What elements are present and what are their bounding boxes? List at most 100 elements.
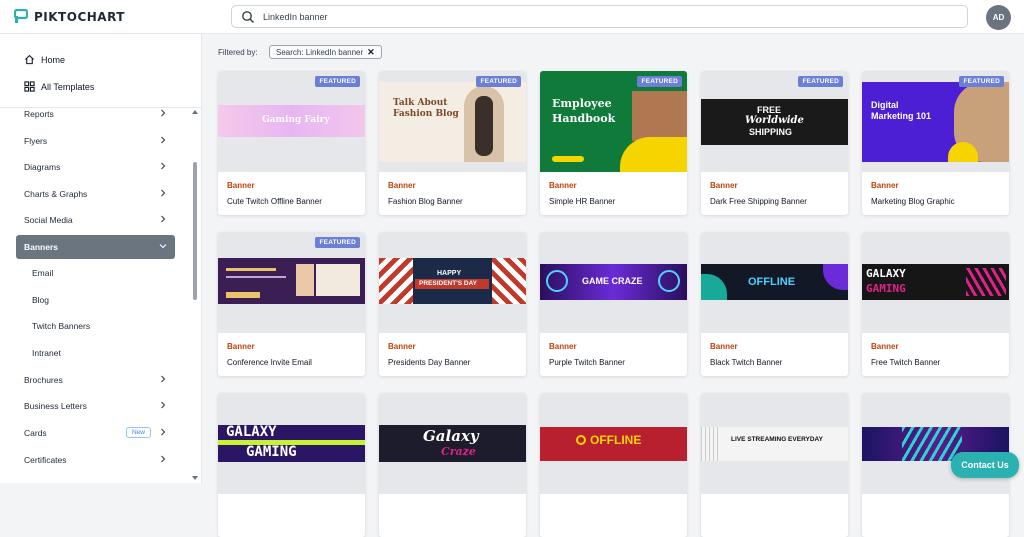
sidebar-item-label: Social Media bbox=[24, 215, 73, 225]
banner-art: OFFLINE bbox=[701, 264, 848, 300]
sidebar-subitem-email[interactable]: Email bbox=[16, 261, 175, 285]
sidebar-item-certificates[interactable]: Certificates bbox=[16, 448, 175, 472]
banner-art: Talk About Fashion Blog bbox=[379, 82, 526, 162]
chevron-right-icon bbox=[161, 162, 166, 170]
banner-art: FREE Worldwide SHIPPING bbox=[701, 99, 848, 145]
template-category: Banner bbox=[710, 181, 738, 190]
piktochart-logo-icon bbox=[14, 9, 28, 23]
template-category: Banner bbox=[227, 342, 255, 351]
template-thumbnail: Galaxy Craze bbox=[379, 393, 526, 494]
template-card[interactable]: GALAXY GAMING bbox=[218, 393, 365, 537]
template-title: Fashion Blog Banner bbox=[388, 197, 463, 206]
template-title: Purple Twitch Banner bbox=[549, 358, 625, 367]
template-card[interactable]: FREE Worldwide SHIPPING FEATURED Banner … bbox=[701, 71, 848, 215]
sidebar-top-section bbox=[0, 34, 201, 108]
template-card[interactable]: LIVE STREAMING EVERYDAY bbox=[701, 393, 848, 537]
template-card[interactable]: Employee Handbook FEATURED Banner Simple… bbox=[540, 71, 687, 215]
sidebar-item-label: Diagrams bbox=[24, 162, 61, 172]
template-thumbnail: Employee Handbook FEATURED bbox=[540, 71, 687, 172]
sidebar-item-label: Brochures bbox=[24, 375, 63, 385]
chevron-right-icon bbox=[161, 428, 166, 436]
sidebar-item-label: All Templates bbox=[41, 81, 95, 92]
template-card[interactable]: OFFLINE Banner Black Twitch Banner bbox=[701, 232, 848, 376]
template-title: Presidents Day Banner bbox=[388, 358, 471, 367]
template-category: Banner bbox=[871, 181, 899, 190]
sidebar-item-home[interactable]: Home bbox=[24, 54, 65, 65]
sidebar-item-flyers[interactable]: Flyers bbox=[16, 129, 175, 153]
sidebar-item-charts-graphs[interactable]: Charts & Graphs bbox=[16, 182, 175, 206]
template-thumbnail: Talk About Fashion Blog FEATURED bbox=[379, 71, 526, 172]
template-card[interactable]: Gaming Fairy FEATURED Banner Cute Twitch… bbox=[218, 71, 365, 215]
avatar[interactable]: AD bbox=[986, 5, 1011, 30]
template-card[interactable]: Talk About Fashion Blog FEATURED Banner … bbox=[379, 71, 526, 215]
template-title: Dark Free Shipping Banner bbox=[710, 197, 807, 206]
template-thumbnail: FEATURED bbox=[218, 232, 365, 333]
sidebar-item-label: Reports bbox=[24, 109, 54, 119]
template-title: Simple HR Banner bbox=[549, 197, 616, 206]
banner-art: HAPPY PRESIDENT'S DAY bbox=[379, 258, 526, 304]
template-category: Banner bbox=[227, 181, 255, 190]
sidebar-item-reports[interactable]: Reports bbox=[16, 102, 175, 126]
contact-us-button[interactable]: Contact Us bbox=[951, 452, 1019, 478]
sidebar-item-label: Certificates bbox=[24, 455, 67, 465]
template-thumbnail: GALAXY GAMING bbox=[218, 393, 365, 494]
template-title: Conference Invite Email bbox=[227, 358, 312, 367]
template-category: Banner bbox=[388, 181, 416, 190]
search-input[interactable]: LinkedIn banner bbox=[231, 5, 968, 28]
sidebar-item-label: Charts & Graphs bbox=[24, 189, 88, 199]
sidebar-subitem-twitch-banners[interactable]: Twitch Banners bbox=[16, 314, 175, 338]
piktochart-logo[interactable]: PIKTOCHART bbox=[14, 9, 125, 24]
scroll-down-arrow-icon[interactable] bbox=[192, 476, 198, 480]
chevron-right-icon bbox=[161, 215, 166, 223]
sidebar-item-label: Email bbox=[32, 268, 54, 278]
sidebar-item-label: Flyers bbox=[24, 136, 48, 146]
sidebar-item-business-letters[interactable]: Business Letters bbox=[16, 394, 175, 418]
sidebar-item-social-media[interactable]: Social Media bbox=[16, 208, 175, 232]
sidebar-subitem-blog[interactable]: Blog bbox=[16, 288, 175, 312]
sidebar-item-brochures[interactable]: Brochures bbox=[16, 368, 175, 392]
template-card[interactable]: Galaxy Craze bbox=[379, 393, 526, 537]
template-card[interactable]: GALAXY GAMING Banner Free Twitch Banner bbox=[862, 232, 1009, 376]
template-category: Banner bbox=[549, 342, 577, 351]
template-card[interactable]: OFFLINE bbox=[540, 393, 687, 537]
featured-badge: FEATURED bbox=[315, 237, 360, 248]
template-card[interactable]: FEATURED Banner Conference Invite Email bbox=[218, 232, 365, 376]
sidebar-item-label: Banners bbox=[24, 242, 59, 252]
scroll-up-arrow-icon[interactable] bbox=[192, 110, 198, 114]
template-thumbnail bbox=[862, 393, 1009, 494]
featured-badge: FEATURED bbox=[476, 76, 521, 87]
template-card[interactable]: Digital Marketing 101 FEATURED Banner Ma… bbox=[862, 71, 1009, 215]
template-thumbnail: OFFLINE bbox=[701, 232, 848, 333]
banner-art: OFFLINE bbox=[540, 427, 687, 461]
template-category: Banner bbox=[388, 342, 416, 351]
sidebar-scrollbar[interactable] bbox=[191, 104, 199, 483]
featured-badge: FEATURED bbox=[798, 76, 843, 87]
sidebar-item-cards[interactable]: Cards New bbox=[16, 421, 175, 445]
template-thumbnail: GALAXY GAMING bbox=[862, 232, 1009, 333]
close-icon[interactable]: ✕ bbox=[367, 47, 375, 58]
search-icon bbox=[242, 10, 255, 23]
template-card[interactable]: GAME CRAZE Banner Purple Twitch Banner bbox=[540, 232, 687, 376]
sidebar-item-label: Home bbox=[41, 54, 66, 65]
banner-art: LIVE STREAMING EVERYDAY bbox=[701, 427, 848, 461]
filter-chip[interactable]: Search: LinkedIn banner ✕ bbox=[269, 45, 382, 59]
template-card[interactable]: HAPPY PRESIDENT'S DAY Banner Presidents … bbox=[379, 232, 526, 376]
template-title: Black Twitch Banner bbox=[710, 358, 783, 367]
sidebar-item-banners[interactable]: Banners bbox=[16, 235, 175, 259]
template-category: Banner bbox=[710, 342, 738, 351]
filter-chip-label: Search: LinkedIn banner bbox=[276, 47, 364, 57]
chevron-right-icon bbox=[161, 109, 166, 117]
filter-label: Filtered by: bbox=[218, 48, 258, 57]
sidebar-subitem-intranet[interactable]: Intranet bbox=[16, 341, 175, 365]
search-value: LinkedIn banner bbox=[263, 11, 328, 22]
template-thumbnail: LIVE STREAMING EVERYDAY bbox=[701, 393, 848, 494]
scroll-thumb[interactable] bbox=[193, 162, 197, 300]
sidebar-item-label: Business Letters bbox=[24, 401, 87, 411]
featured-badge: FEATURED bbox=[637, 76, 682, 87]
template-category: Banner bbox=[871, 342, 899, 351]
sidebar-item-label: Blog bbox=[32, 295, 50, 305]
new-badge: New bbox=[125, 427, 151, 438]
sidebar-item-diagrams[interactable]: Diagrams bbox=[16, 155, 175, 179]
home-icon bbox=[24, 54, 35, 65]
sidebar-item-all-templates[interactable]: All Templates bbox=[24, 81, 94, 92]
